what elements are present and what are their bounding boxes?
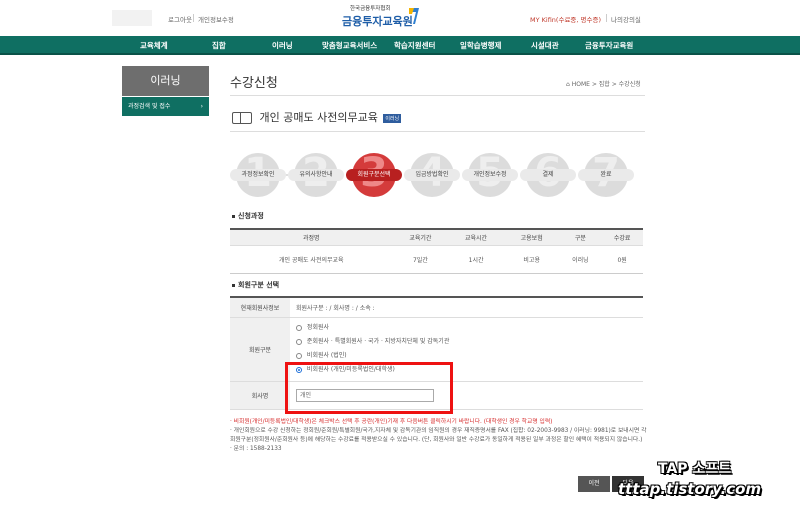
- row-header: 현재회원사정보: [230, 297, 290, 318]
- course-title: 개인 공매도 사전의무교육: [259, 111, 378, 124]
- nav-item-education-system[interactable]: 교육체계: [140, 40, 168, 51]
- nav-item-learning-support[interactable]: 학습지원센터: [394, 40, 435, 51]
- step-5: 5 개인정보수정: [462, 151, 518, 197]
- radio-label: 비회원사 (개인/미등록법인/대학생): [306, 366, 395, 373]
- nav-item-elearning[interactable]: 이러닝: [272, 40, 293, 51]
- notice-line-red: · 비회원(개인/미등록법인/대학생)은 체크박스 선택 후 공란(개인)기재 …: [230, 419, 553, 425]
- table-cell: 1시간: [448, 245, 504, 274]
- notice-line: · 문의 : 1588-2133: [230, 446, 282, 452]
- table-cell: 비고용: [503, 245, 560, 274]
- course-heading: 개인 공매도 사전의무교육 이러닝: [232, 109, 402, 125]
- radio-button-selected[interactable]: [296, 366, 302, 373]
- course-type-badge: 이러닝: [383, 113, 402, 123]
- course-table: 과정명 교육기간 교육시간 고용보험 구분 수강료 개인 공매도 사전의무교육 …: [230, 228, 643, 274]
- divider: [193, 14, 194, 22]
- divider: [606, 14, 607, 22]
- table-cell: 개인 공매도 사전의무교육: [230, 245, 393, 274]
- table-row: 회사명 개인: [230, 381, 643, 410]
- step-label: 개인정보수정: [462, 169, 518, 181]
- watermark: TAP 소프트 tttap.tistory.com: [618, 456, 793, 506]
- table-row: 현재회원사정보 회원사구분 : / 회사명 : / 소속 :: [230, 297, 643, 318]
- step-label: 결제: [520, 169, 576, 181]
- my-kifin-link[interactable]: MY Kifin(수료중, 명수증): [530, 14, 601, 24]
- nav-item-work-study[interactable]: 일학습병행제: [460, 40, 501, 51]
- breadcrumb: ⌂ HOME > 집합 > 수강신청: [566, 79, 641, 88]
- watermark-line2: tttap.tistory.com: [618, 480, 762, 498]
- step-label: 유의사항안내: [288, 169, 344, 181]
- row-header: 회원구분: [230, 317, 290, 382]
- chevron-right-icon: ›: [200, 103, 203, 110]
- radio-label: 준회원사 · 특별회원사 · 국가 · 지방자치단체 및 감독기관: [306, 338, 450, 345]
- step-7: 7 완료: [578, 151, 634, 197]
- edit-info-link[interactable]: 개인정보수정: [198, 14, 234, 24]
- nav-item-facility-rental[interactable]: 시설대관: [531, 40, 559, 51]
- radio-option-nonmember-corp[interactable]: 비회원사 (법인): [296, 349, 643, 363]
- column-header: 고용보험: [503, 229, 560, 246]
- logo-subtitle: 한국금융투자협회: [350, 6, 391, 12]
- step-6: 6 결제: [520, 151, 576, 197]
- home-icon: ⌂: [566, 81, 570, 88]
- member-type-options: 정회원사 준회원사 · 특별회원사 · 국가 · 지방자치단체 및 감독기관 비…: [290, 317, 643, 382]
- sidebar-item-course-search[interactable]: 과정검색 및 접수 ›: [122, 97, 209, 116]
- table-row: 회원구분 정회원사 준회원사 · 특별회원사 · 국가 · 지방자치단체 및 감…: [230, 317, 643, 382]
- nav-item-institute[interactable]: 금융투자교육원: [585, 40, 633, 51]
- row-header: 회사명: [230, 381, 290, 410]
- step-label: 회원구분선택: [346, 169, 402, 181]
- column-header: 구분: [559, 229, 602, 246]
- radio-option-regular[interactable]: 정회원사: [296, 321, 643, 335]
- step-label: 완료: [578, 169, 634, 181]
- logout-link[interactable]: 로그아웃: [168, 14, 192, 24]
- notice-line: · 개인회원으로 수강 신청하는 정회원/준회원/특별회원/국가,지자체 및 감…: [230, 428, 647, 443]
- section-title-member: 회원구분 선택: [232, 280, 279, 290]
- logo-title: 금융투자교육원: [342, 15, 413, 28]
- step-4: 4 입금방법확인: [404, 151, 460, 197]
- watermark-line1: TAP 소프트: [658, 461, 732, 477]
- column-header: 교육기간: [392, 229, 449, 246]
- member-table: 현재회원사정보 회원사구분 : / 회사명 : / 소속 : 회원구분 정회원사…: [230, 296, 643, 410]
- divider: [230, 131, 645, 132]
- radio-button[interactable]: [296, 324, 302, 331]
- step-1: 1 과정정보확인: [230, 151, 286, 197]
- column-header: 과정명: [230, 229, 393, 246]
- radio-option-nonmember-individual[interactable]: 비회원사 (개인/미등록법인/대학생): [296, 363, 643, 377]
- company-cell: 개인: [290, 381, 643, 410]
- step-label: 입금방법확인: [404, 169, 460, 181]
- divider: [230, 95, 645, 96]
- step-2: 2 유의사항안내: [288, 151, 344, 197]
- section-title-course: 신청과정: [232, 211, 264, 221]
- nav-item-custom-education[interactable]: 맞춤형교육서비스: [322, 40, 377, 51]
- table-cell: 0원: [601, 245, 643, 274]
- table-cell: 이러닝: [559, 245, 602, 274]
- site-logo[interactable]: 한국금융투자협회 금융투자교육원: [336, 4, 426, 32]
- radio-option-associate[interactable]: 준회원사 · 특별회원사 · 국가 · 지방자치단체 및 감독기관: [296, 335, 643, 349]
- current-member-info: 회원사구분 : / 회사명 : / 소속 :: [290, 297, 643, 318]
- table-cell: 7일간: [392, 245, 449, 274]
- step-label: 과정정보확인: [230, 169, 286, 181]
- breadcrumb-text: HOME > 집합 > 수강신청: [571, 81, 641, 88]
- page-title: 수강신청: [230, 76, 278, 91]
- table-row: 개인 공매도 사전의무교육 7일간 1시간 비고용 이러닝 0원: [230, 245, 643, 274]
- main-nav: 교육체계 집합 이러닝 맞춤형교육서비스 학습지원센터 일학습병행제 시설대관 …: [0, 36, 800, 55]
- radio-button[interactable]: [296, 352, 302, 359]
- radio-label: 정회원사: [306, 324, 330, 331]
- book-icon: [232, 112, 252, 124]
- my-classroom-link[interactable]: 나의강의실: [611, 14, 641, 24]
- company-name-input[interactable]: 개인: [296, 388, 434, 402]
- prev-button[interactable]: 이전: [578, 476, 610, 492]
- column-header: 교육시간: [448, 229, 504, 246]
- table-header-row: 과정명 교육기간 교육시간 고용보험 구분 수강료: [230, 229, 643, 246]
- progress-steps: 1 과정정보확인 2 유의사항안내 3 회원구분선택 4 입금방법확인 5 개인…: [230, 151, 636, 197]
- nav-item-group[interactable]: 집합: [212, 40, 226, 51]
- top-left-placeholder: [112, 10, 152, 26]
- radio-button[interactable]: [296, 338, 302, 345]
- column-header: 수강료: [601, 229, 643, 246]
- logo-mark-icon: [409, 8, 419, 24]
- sidebar-title: 이러닝: [122, 66, 209, 96]
- top-bar: 로그아웃 개인정보수정 한국금융투자협회 금융투자교육원 MY Kifin(수료…: [0, 0, 800, 36]
- radio-label: 비회원사 (법인): [306, 352, 347, 359]
- notice-text: · 비회원(개인/미등록법인/대학생)은 체크박스 선택 후 공란(개인)기재 …: [230, 418, 650, 454]
- step-3-active: 3 회원구분선택: [346, 151, 402, 197]
- sidebar-item-label: 과정검색 및 접수: [128, 103, 171, 110]
